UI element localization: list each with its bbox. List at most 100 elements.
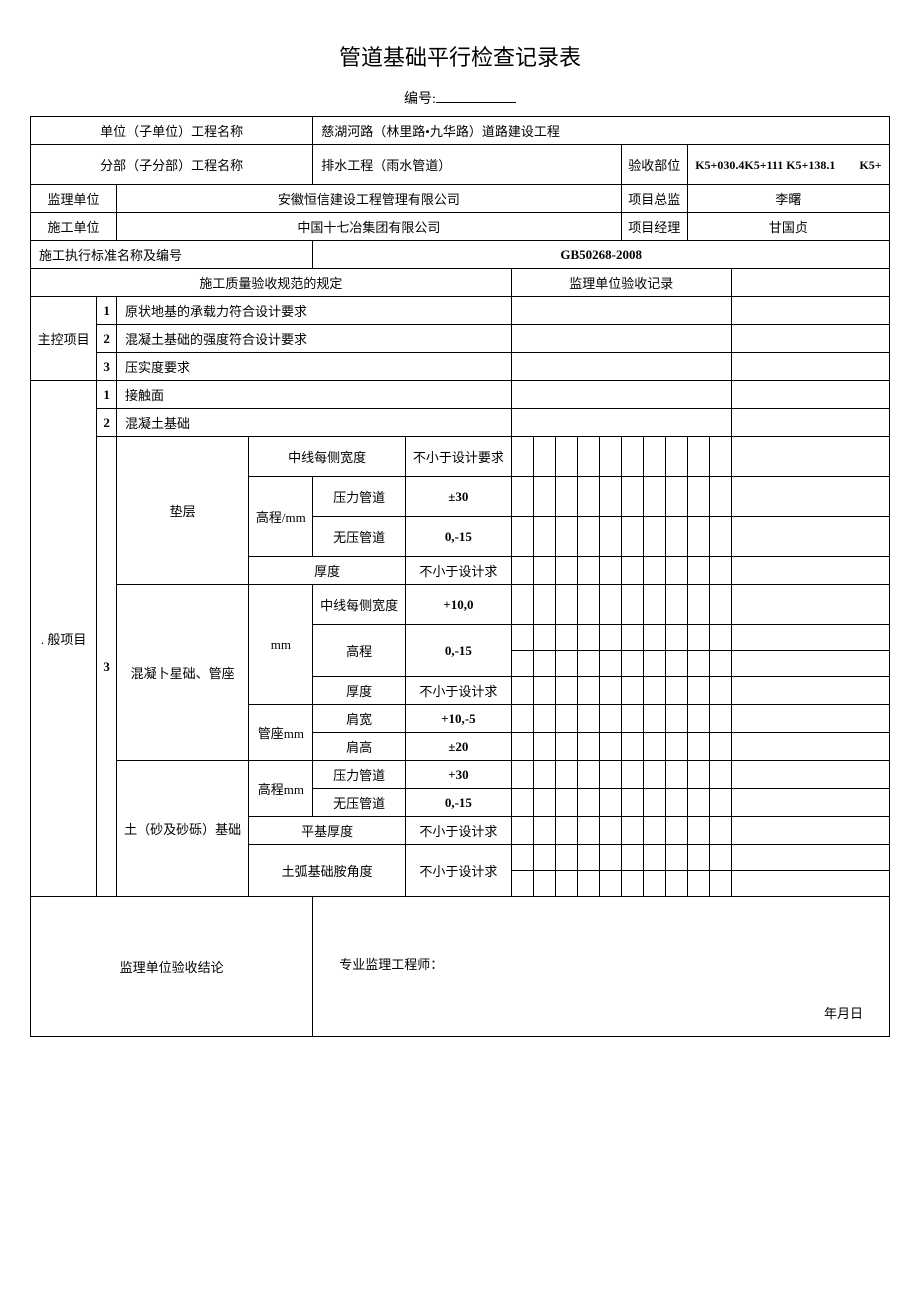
row-soil-pressure: 土（砂及砂砾）基础 高程mm 压力管道 +30 — [31, 761, 890, 789]
soil-pressure: 压力管道 — [313, 761, 406, 789]
mc-desc-1: 原状地基的承载力符合设计要求 — [117, 297, 512, 325]
serial-line: 编号: — [30, 87, 890, 108]
cc-thick: 厚度 — [313, 677, 406, 705]
row-signature: 监理单位验收结论 专业监理工程师： 年月日 — [31, 897, 890, 1037]
row-gen-2: 2 混凝土基础 — [31, 409, 890, 437]
soil-nopressure-val: 0,-15 — [405, 789, 511, 817]
gen-desc-2: 混凝土基础 — [117, 409, 512, 437]
accept-part-value: K5+030.4K5+111 K5+138.1 K5+ — [687, 145, 889, 185]
sub-project-label: 分部（子分部）工程名称 — [31, 145, 313, 185]
dc-thick: 厚度 — [249, 557, 406, 585]
c10 — [709, 437, 731, 477]
signature-cell: 专业监理工程师： 年月日 — [313, 897, 890, 1037]
mc-no-1: 1 — [97, 297, 117, 325]
cc-sw: 肩宽 — [313, 705, 406, 733]
gen-no-2: 2 — [97, 409, 117, 437]
supervisor-value: 安徽恒信建设工程管理有限公司 — [117, 185, 622, 213]
serial-blank — [436, 87, 516, 103]
soil-flat-req: 不小于设计求 — [405, 817, 511, 845]
gen-rec-1 — [511, 381, 731, 409]
pm-manager-label: 项目经理 — [621, 213, 687, 241]
mc-ext-2 — [731, 325, 889, 353]
cc-elev-val: 0,-15 — [405, 625, 511, 677]
mc-desc-2: 混凝土基础的强度符合设计要求 — [117, 325, 512, 353]
dc-nopressure-val: 0,-15 — [405, 517, 511, 557]
soil-pressure-val: +30 — [405, 761, 511, 789]
mc-rec-3 — [511, 353, 731, 381]
general-label: . 般项目 — [31, 381, 97, 897]
gen-ext-2 — [731, 409, 889, 437]
construction-value: 中国十七冶集团有限公司 — [117, 213, 622, 241]
cc-seat: 管座mm — [249, 705, 313, 761]
row-main-3: 3 压实度要求 — [31, 353, 890, 381]
sub-project-value: 排水工程（雨水管道） — [313, 145, 622, 185]
gen-no-1: 1 — [97, 381, 117, 409]
dc-centerline: 中线每侧宽度 — [249, 437, 406, 477]
dc-nopressure: 无压管道 — [313, 517, 406, 557]
cc-thick-req: 不小于设计求 — [405, 677, 511, 705]
cc-mm: mm — [249, 585, 313, 705]
soil-nopressure: 无压管道 — [313, 789, 406, 817]
accept-part-label: 验收部位 — [621, 145, 687, 185]
gen-group-no: 3 — [97, 437, 117, 897]
unit-project-value: 慈湖河路（林里路•九华路）道路建设工程 — [313, 117, 890, 145]
row-unit-project: 单位（子单位）工程名称 慈湖河路（林里路•九华路）道路建设工程 — [31, 117, 890, 145]
pm-manager-value: 甘国贞 — [687, 213, 889, 241]
c2 — [533, 437, 555, 477]
dc-ext — [731, 437, 889, 477]
row-cc-centerline: 混凝卜星础、管座 mm 中线每侧宽度 +10,0 — [31, 585, 890, 625]
c4 — [577, 437, 599, 477]
cc-elev: 高程 — [313, 625, 406, 677]
supervisor-label: 监理单位 — [31, 185, 117, 213]
row-gen-1: . 般项目 1 接触面 — [31, 381, 890, 409]
gen-desc-1: 接触面 — [117, 381, 512, 409]
construction-label: 施工单位 — [31, 213, 117, 241]
cc-label: 混凝卜星础、管座 — [117, 585, 249, 761]
dc-thick-req: 不小于设计求 — [405, 557, 511, 585]
unit-project-label: 单位（子单位）工程名称 — [31, 117, 313, 145]
cc-sh: 肩高 — [313, 733, 406, 761]
gen-rec-2 — [511, 409, 731, 437]
c1 — [511, 437, 533, 477]
cc-sw-val: +10,-5 — [405, 705, 511, 733]
mc-rec-2 — [511, 325, 731, 353]
row-main-1: 主控项目 1 原状地基的承载力符合设计要求 — [31, 297, 890, 325]
dc-elev: 高程/mm — [249, 477, 313, 557]
soil-arc: 土弧基础胺角度 — [249, 845, 406, 897]
soil-arc-req: 不小于设计求 — [405, 845, 511, 897]
dc-label: 垫层 — [117, 437, 249, 585]
date-label: 年月日 — [824, 1003, 863, 1022]
row-standard: 施工执行标准名称及编号 GB50268-2008 — [31, 241, 890, 269]
soil-label: 土（砂及砂砾）基础 — [117, 761, 249, 897]
mc-rec-1 — [511, 297, 731, 325]
standard-label: 施工执行标准名称及编号 — [31, 241, 313, 269]
mc-ext-3 — [731, 353, 889, 381]
page-title: 管道基础平行检查记录表 — [30, 40, 890, 72]
row-dc-centerline: 3 垫层 中线每侧宽度 不小于设计要求 — [31, 437, 890, 477]
pm-director-value: 李曙 — [687, 185, 889, 213]
pm-director-label: 项目总监 — [621, 185, 687, 213]
standard-value: GB50268-2008 — [313, 241, 890, 269]
mc-no-3: 3 — [97, 353, 117, 381]
cc-sh-val: ±20 — [405, 733, 511, 761]
row-spec-header: 施工质量验收规范的规定 监理单位验收记录 — [31, 269, 890, 297]
gen-ext-1 — [731, 381, 889, 409]
supervisor-record-label: 监理单位验收记录 — [511, 269, 731, 297]
mc-no-2: 2 — [97, 325, 117, 353]
cc-centerline: 中线每侧宽度 — [313, 585, 406, 625]
blank-header — [731, 269, 889, 297]
c3 — [555, 437, 577, 477]
mc-ext-1 — [731, 297, 889, 325]
c8 — [665, 437, 687, 477]
soil-flat: 平基厚度 — [249, 817, 406, 845]
c7 — [643, 437, 665, 477]
mc-desc-3: 压实度要求 — [117, 353, 512, 381]
row-supervisor: 监理单位 安徽恒信建设工程管理有限公司 项目总监 李曙 — [31, 185, 890, 213]
engineer-label: 专业监理工程师： — [339, 954, 443, 973]
dc-pressure-val: ±30 — [405, 477, 511, 517]
row-sub-project: 分部（子分部）工程名称 排水工程（雨水管道） 验收部位 K5+030.4K5+1… — [31, 145, 890, 185]
soil-elev-mm: 高程mm — [249, 761, 313, 817]
inspection-table: 单位（子单位）工程名称 慈湖河路（林里路•九华路）道路建设工程 分部（子分部）工… — [30, 116, 890, 1037]
row-main-2: 2 混凝土基础的强度符合设计要求 — [31, 325, 890, 353]
main-control-label: 主控项目 — [31, 297, 97, 381]
